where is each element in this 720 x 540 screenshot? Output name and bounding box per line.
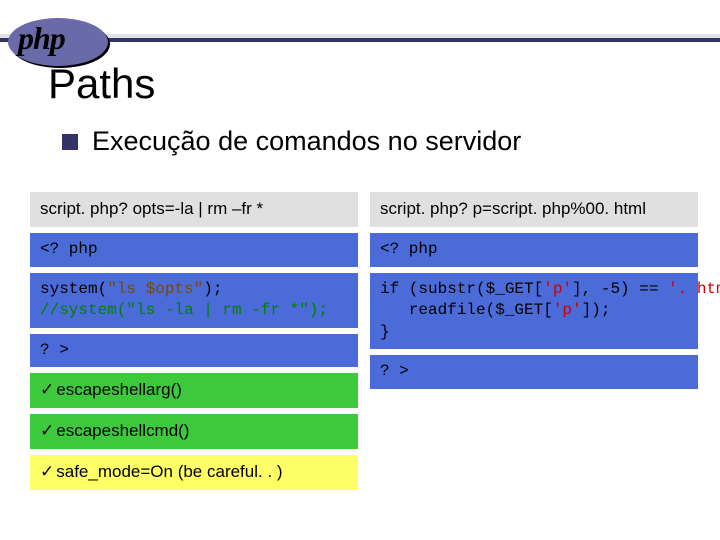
- check-icon: ✓: [40, 421, 54, 440]
- right-code-body: if (substr($_GET['p'], -5) == '. html') …: [370, 273, 698, 350]
- bullet-icon: [62, 134, 78, 150]
- slide-subtitle: Execução de comandos no servidor: [92, 126, 521, 157]
- fix-escapeshellcmd: ✓escapeshellcmd(): [30, 414, 358, 449]
- php-logo-text: php: [18, 20, 65, 57]
- right-url-box: script. php? p=script. php%00. html: [370, 192, 698, 227]
- left-code-close: ? >: [30, 334, 358, 368]
- left-url-box: script. php? opts=-la | rm –fr *: [30, 192, 358, 227]
- check-icon: ✓: [40, 380, 54, 399]
- slide-title: Paths: [48, 60, 155, 108]
- fix-safemode: ✓safe_mode=On (be careful. . ): [30, 455, 358, 490]
- right-column: script. php? p=script. php%00. html <? p…: [370, 192, 698, 496]
- left-column: script. php? opts=-la | rm –fr * <? php …: [30, 192, 358, 496]
- bullet-row: Execução de comandos no servidor: [62, 126, 521, 157]
- php-logo: php: [8, 6, 128, 60]
- left-code-open: <? php: [30, 233, 358, 267]
- check-icon: ✓: [40, 462, 54, 481]
- right-code-open: <? php: [370, 233, 698, 267]
- left-code-body: system("ls $opts"); //system("ls -la | r…: [30, 273, 358, 328]
- fix-escapeshellarg: ✓escapeshellarg(): [30, 373, 358, 408]
- right-code-close: ? >: [370, 355, 698, 389]
